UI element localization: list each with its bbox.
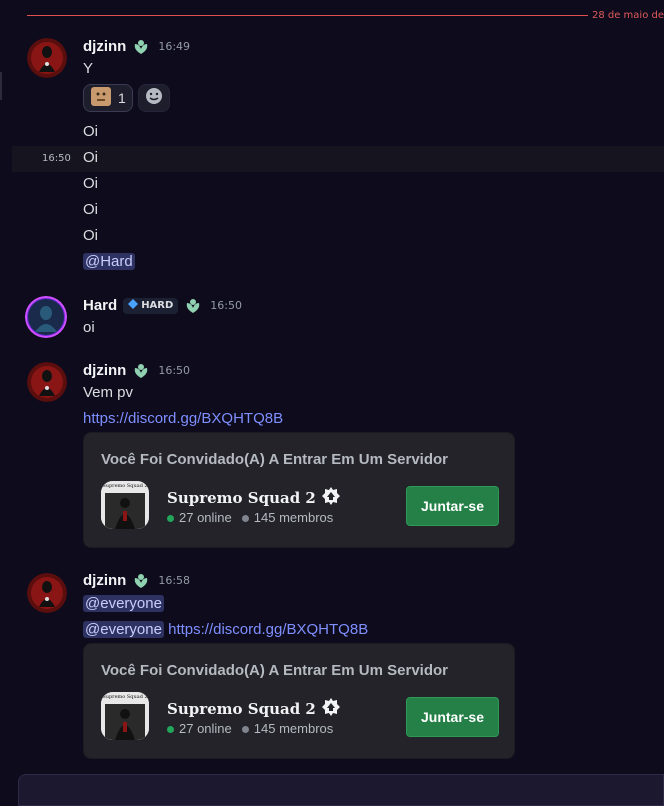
members-label: 145 membros (253, 721, 334, 736)
online-count: 27 online (167, 721, 232, 736)
message-header: djzinn 16:58 (83, 572, 190, 589)
invite-link[interactable]: https://discord.gg/BXQHTQ8B (83, 410, 283, 427)
server-name[interactable]: Supremo Squad 2 (167, 489, 316, 507)
message-header: djzinn 16:50 (83, 362, 190, 379)
message-text: Oi (83, 175, 98, 192)
message-text: oi (83, 319, 95, 336)
reaction-count: 1 (118, 90, 126, 106)
username[interactable]: Hard (83, 297, 117, 314)
reactions-bar: 1 (83, 84, 170, 112)
diamond-tag-icon (128, 299, 139, 312)
divider-line (27, 15, 588, 16)
message-text: Oi (83, 227, 98, 244)
invite-card: Você Foi Convidado(A) A Entrar Em Um Ser… (83, 432, 515, 548)
everyone-mention[interactable]: @everyone (83, 595, 164, 612)
timestamp: 16:50 (210, 299, 242, 312)
username[interactable]: djzinn (83, 38, 126, 55)
timestamp: 16:58 (158, 574, 191, 587)
message-text: Oi (83, 149, 98, 166)
date-divider: 28 de maio de (27, 10, 664, 22)
mention-line: @Hard (83, 253, 135, 270)
server-icon-caption: Supremo Squad 2 (102, 483, 148, 489)
invite-card: Você Foi Convidado(A) A Entrar Em Um Ser… (83, 643, 515, 759)
server-stats: 27 online 145 membros (167, 721, 333, 736)
member-count: 145 membros (241, 721, 334, 736)
avatar[interactable] (27, 38, 67, 78)
verified-flower-icon (321, 698, 340, 720)
timestamp: 16:50 (158, 364, 191, 377)
server-name-row: Supremo Squad 2 (167, 698, 340, 720)
server-name[interactable]: Supremo Squad 2 (167, 700, 316, 718)
server-icon[interactable]: Supremo Squad 2 (101, 692, 149, 740)
smiley-add-reaction-icon (144, 86, 164, 110)
username[interactable]: djzinn (83, 572, 126, 589)
reaction-chip[interactable]: 1 (83, 84, 133, 112)
message-header: Hard HARD 16:50 (83, 297, 242, 314)
username[interactable]: djzinn (83, 362, 126, 379)
server-icon-caption: Supremo Squad 2 (102, 694, 148, 700)
message-text: Y (83, 60, 94, 77)
join-button[interactable]: Juntar-se (406, 486, 499, 526)
mention-link-line: @everyone https://discord.gg/BXQHTQ8B (83, 621, 368, 638)
avatar[interactable] (27, 573, 67, 613)
role-tag-label: HARD (141, 300, 174, 311)
avatar[interactable] (27, 362, 67, 402)
hovered-message-row[interactable] (12, 146, 664, 172)
message-text: Oi (83, 123, 98, 140)
hover-timestamp: 16:50 (42, 153, 71, 164)
message-link-line: https://discord.gg/BXQHTQ8B (83, 410, 283, 427)
invite-title: Você Foi Convidado(A) A Entrar Em Um Ser… (101, 662, 448, 679)
message-composer[interactable] (18, 774, 664, 806)
online-label: 27 online (179, 721, 232, 736)
member-count: 145 membros (241, 510, 334, 525)
date-divider-label: 28 de maio de (591, 10, 664, 21)
invite-link[interactable]: https://discord.gg/BXQHTQ8B (168, 621, 368, 638)
server-stats: 27 online 145 membros (167, 510, 333, 525)
members-label: 145 membros (253, 510, 334, 525)
invite-title: Você Foi Convidado(A) A Entrar Em Um Ser… (101, 451, 448, 468)
timestamp: 16:49 (158, 40, 191, 53)
online-count: 27 online (167, 510, 232, 525)
everyone-mention[interactable]: @everyone (83, 621, 164, 638)
join-button[interactable]: Juntar-se (406, 697, 499, 737)
leaf-badge-icon[interactable] (184, 298, 202, 314)
mention-line: @everyone (83, 595, 164, 612)
message-text: Vem pv (83, 384, 134, 401)
message-header: djzinn 16:49 (83, 38, 190, 55)
user-mention[interactable]: @Hard (83, 253, 135, 270)
add-reaction-button[interactable] (137, 84, 170, 112)
message-text: Oi (83, 201, 98, 218)
online-label: 27 online (179, 510, 232, 525)
scroll-edge (0, 72, 2, 100)
leaf-badge-icon[interactable] (132, 39, 150, 55)
server-name-row: Supremo Squad 2 (167, 487, 340, 509)
leaf-badge-icon[interactable] (132, 363, 150, 379)
verified-flower-icon (321, 487, 340, 509)
reaction-emoji-icon (90, 85, 112, 111)
avatar[interactable] (25, 296, 67, 338)
leaf-badge-icon[interactable] (132, 573, 150, 589)
role-tag[interactable]: HARD (123, 297, 179, 314)
server-icon[interactable]: Supremo Squad 2 (101, 481, 149, 529)
